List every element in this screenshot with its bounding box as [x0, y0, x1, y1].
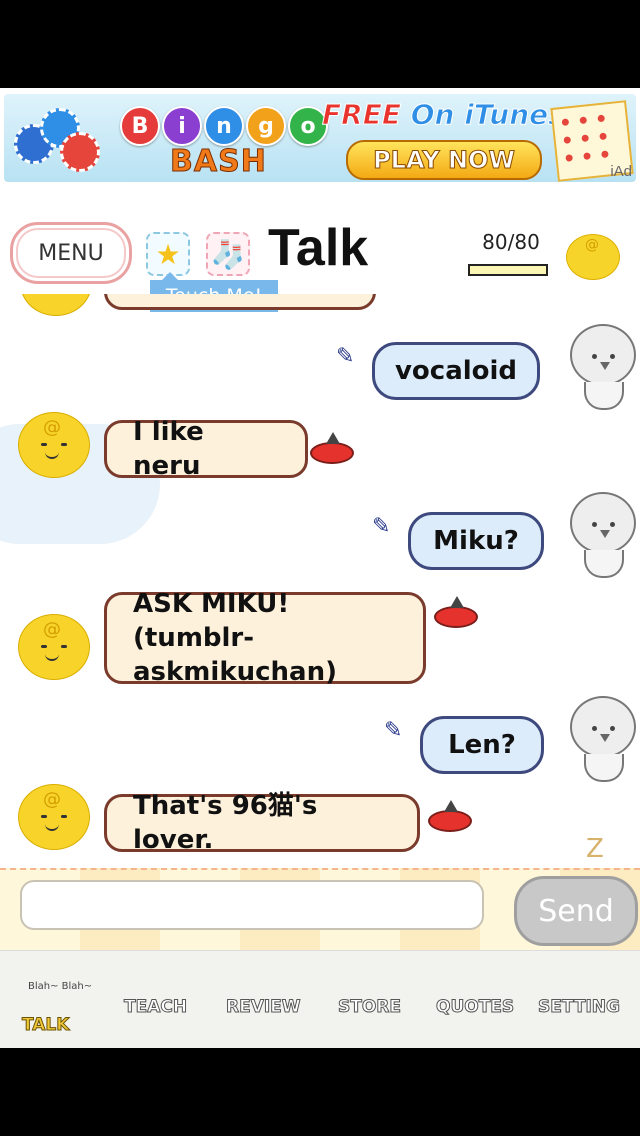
iad-label: iAd: [610, 163, 632, 180]
pencil-icon[interactable]: ✎: [372, 514, 390, 539]
tab-review[interactable]: REVIEW: [226, 997, 302, 1018]
bingo-ball: g: [246, 106, 286, 146]
chat-area[interactable]: ✎ vocaloid @ I like neru ✎ Miku? @ ASK M…: [0, 294, 640, 868]
message-input[interactable]: [20, 880, 484, 930]
user-avatar: [570, 324, 636, 386]
score-progress-bar: [468, 264, 548, 276]
chat-bubble-user: Len?: [420, 716, 544, 774]
tab-teach[interactable]: TEACH: [123, 997, 187, 1018]
chat-bubble-simi-clipped: [104, 294, 376, 310]
bingo-ball: n: [204, 106, 244, 146]
tab-setting[interactable]: SETTING: [538, 997, 621, 1018]
user-avatar-body: [584, 550, 624, 578]
chat-bubble-user: Miku?: [408, 512, 544, 570]
chat-bubble-simi: I like neru: [104, 417, 308, 481]
user-avatar: [570, 492, 636, 554]
simsimi-mini-avatar[interactable]: [566, 234, 620, 280]
send-button[interactable]: Send: [514, 876, 638, 946]
bubble-line: ASK MIKU! (tumblr-: [133, 589, 290, 653]
bingo-ball: i: [162, 106, 202, 146]
star-icon[interactable]: ★: [146, 232, 190, 276]
simsimi-avatar: @: [18, 784, 90, 850]
chat-bubble-simi: That's 96猫's lover.: [104, 791, 420, 855]
free-word: FREE: [322, 98, 402, 132]
chat-bubble-simi: ASK MIKU! (tumblr- askmikuchan): [104, 589, 426, 687]
pencil-icon[interactable]: ✎: [384, 718, 402, 743]
simsimi-avatar: @: [18, 412, 90, 478]
score-counter: 80/80: [482, 230, 540, 254]
simsimi-avatar: [20, 294, 92, 316]
on-itunes-word: On iTunes: [410, 98, 565, 132]
menu-button[interactable]: MENU: [10, 222, 132, 284]
pencil-icon[interactable]: ✎: [336, 344, 354, 369]
user-avatar-body: [584, 382, 624, 410]
page-title: Talk: [268, 219, 369, 277]
sleep-z-icon: Z: [586, 834, 604, 864]
free-on-itunes-text: FREE On iTunes: [322, 98, 566, 132]
user-avatar-body: [584, 754, 624, 782]
tab-quotes[interactable]: QUOTES: [435, 997, 514, 1018]
sock-icon[interactable]: 🧦: [206, 232, 250, 276]
tab-talk[interactable]: TALK: [21, 1015, 69, 1036]
ad-banner[interactable]: B i n g o BASH FREE On iTunes PLAY NOW i…: [4, 94, 636, 182]
message-input-bar: Z Send: [0, 834, 640, 952]
app-screen: B i n g o BASH FREE On iTunes PLAY NOW i…: [0, 88, 640, 1048]
red-bird-icon[interactable]: [434, 596, 478, 628]
bubble-line: askmikuchan): [133, 657, 337, 687]
bingo-logo: B i n g o: [120, 106, 328, 146]
blah-decoration: Blah~ Blah~: [28, 981, 93, 992]
bash-text: BASH: [170, 144, 267, 180]
casino-chips-graphic: [10, 106, 106, 176]
user-avatar: [570, 696, 636, 758]
chat-bubble-user: vocaloid: [372, 342, 540, 400]
simsimi-avatar: @: [18, 614, 90, 680]
red-bird-icon[interactable]: [310, 432, 354, 464]
play-now-button[interactable]: PLAY NOW: [346, 140, 542, 180]
bottom-tab-bar: Blah~ Blah~ TALK TEACH REVIEW STORE QUOT…: [0, 950, 640, 1048]
bingo-ball: B: [120, 106, 160, 146]
red-bird-icon[interactable]: [428, 800, 472, 832]
tab-store[interactable]: STORE: [338, 997, 402, 1018]
header-bar: MENU ★ 🧦 Touch Me! Talk 80/80: [0, 218, 640, 312]
